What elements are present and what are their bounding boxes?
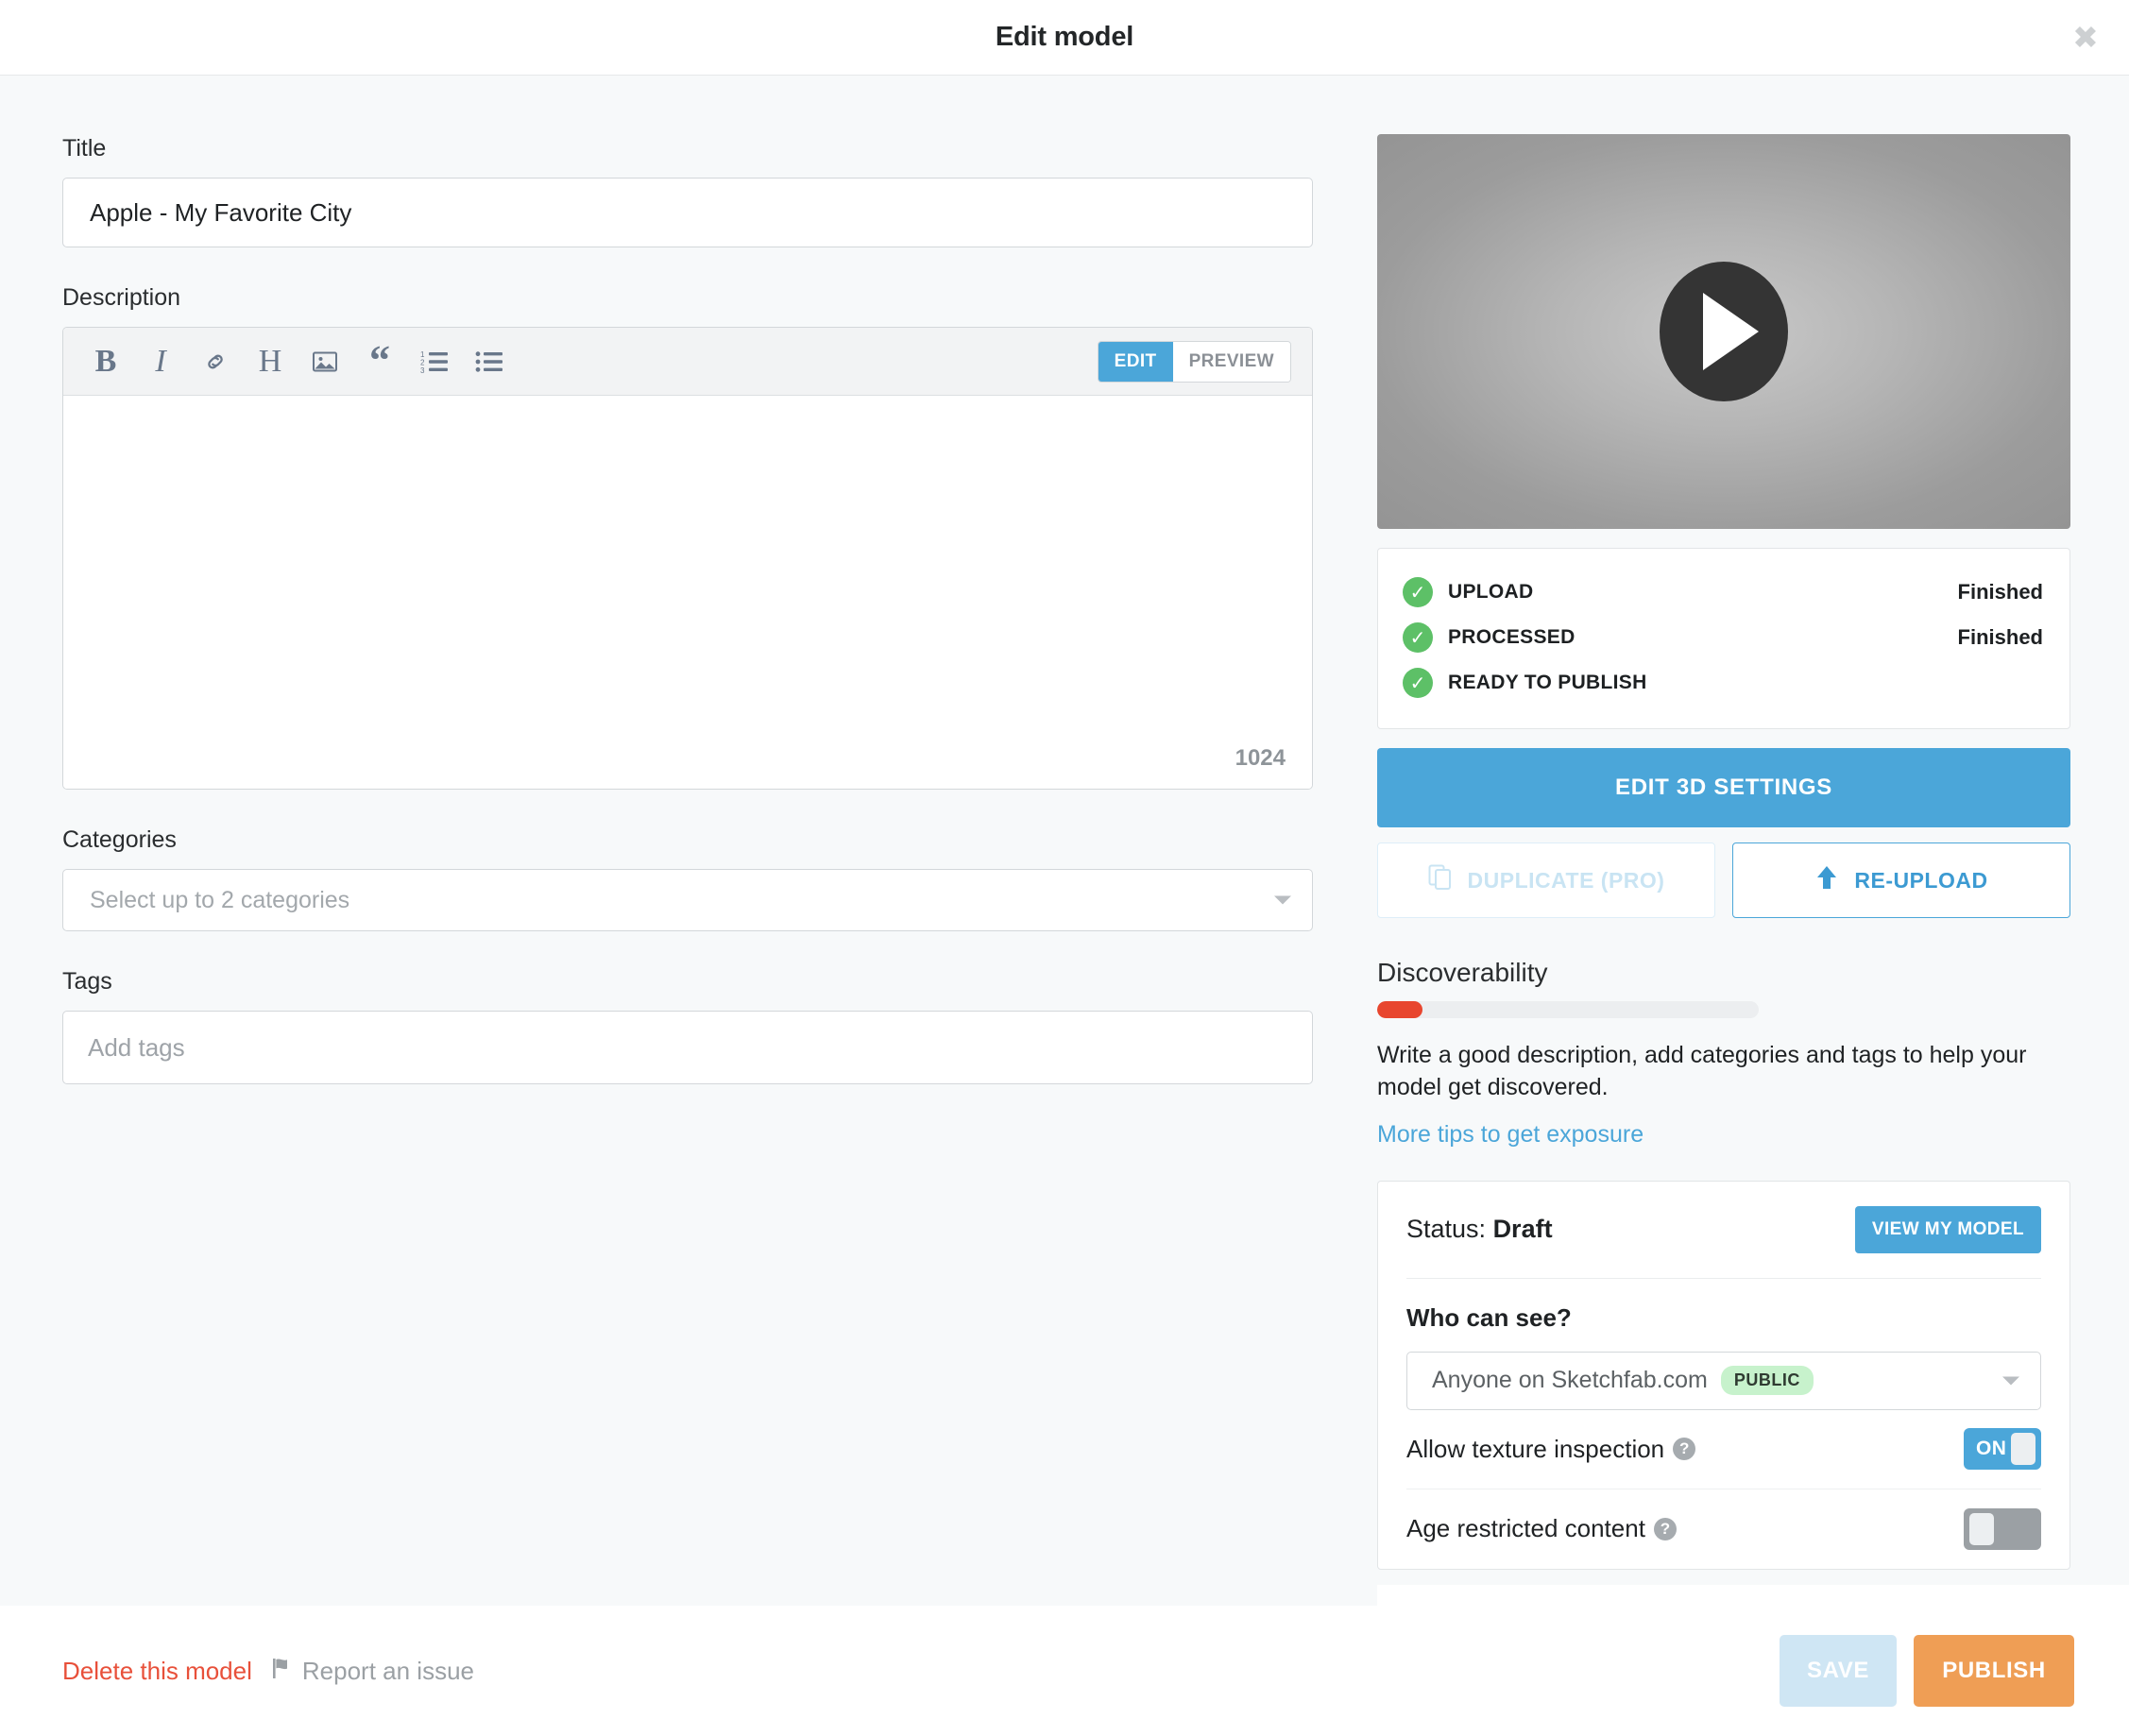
report-issue-link[interactable]: Report an issue	[272, 1656, 474, 1686]
page-title: Edit model	[995, 22, 1134, 52]
bold-icon[interactable]: B	[84, 340, 128, 383]
ordered-list-icon[interactable]: 1 2 3	[413, 340, 456, 383]
who-can-see-select[interactable]: Anyone on Sketchfab.com PUBLIC	[1406, 1351, 2041, 1410]
model-preview[interactable]	[1377, 134, 2070, 529]
categories-field-group: Categories Select up to 2 categories	[62, 825, 1313, 931]
toggle-knob	[2011, 1433, 2035, 1465]
image-icon[interactable]	[303, 340, 347, 383]
discoverability-progress	[1377, 1001, 1759, 1018]
character-count: 1024	[1235, 745, 1286, 771]
status-value-upload: Finished	[1957, 580, 2043, 604]
form-column: Title Description B I	[0, 76, 1377, 1606]
reupload-button[interactable]: RE-UPLOAD	[1732, 842, 2070, 918]
status-name-upload: UPLOAD	[1448, 581, 1534, 603]
heading-icon[interactable]: H	[248, 340, 292, 383]
play-icon[interactable]	[1660, 262, 1788, 401]
status-badge: Status: Draft	[1406, 1215, 1553, 1244]
description-label: Description	[62, 284, 181, 311]
upload-arrow-icon	[1814, 864, 1839, 896]
view-my-model-button[interactable]: VIEW MY MODEL	[1854, 1205, 2041, 1253]
status-prefix: Status:	[1406, 1215, 1487, 1243]
check-icon: ✓	[1403, 577, 1433, 607]
delete-model-link[interactable]: Delete this model	[62, 1657, 252, 1686]
title-label: Title	[62, 135, 107, 162]
toggle-texture-inspection[interactable]: ON	[1964, 1428, 2041, 1470]
check-icon: ✓	[1403, 668, 1433, 698]
report-issue-label: Report an issue	[301, 1656, 474, 1685]
modal-body: Title Description B I	[0, 76, 2129, 1606]
modal-footer: Delete this model Report an issue SAVE P…	[0, 1606, 2129, 1736]
discoverability-progress-fill	[1377, 1001, 1423, 1018]
scroll-cutoff	[1377, 1585, 2129, 1606]
duplicate-button-label: DUPLICATE (PRO)	[1467, 867, 1665, 893]
chevron-down-icon	[2002, 1376, 2019, 1385]
title-field-group: Title	[62, 134, 1313, 247]
status-row-upload: ✓ UPLOAD Finished	[1403, 570, 2043, 615]
who-can-see-label: Who can see?	[1406, 1302, 1572, 1332]
status-header: Status: Draft VIEW MY MODEL	[1406, 1205, 2041, 1279]
flag-icon	[272, 1657, 294, 1686]
modal-header: Edit model ✖	[0, 0, 2129, 76]
toggle-row-age-restricted: Age restricted content ?	[1406, 1489, 2041, 1569]
italic-icon[interactable]: I	[139, 340, 182, 383]
description-field-group: Description B I H “ 1 2 3 EDIT PREVIEW 1…	[62, 283, 1313, 790]
check-icon: ✓	[1403, 622, 1433, 653]
toggle-label-texture-inspection: Allow texture inspection	[1406, 1434, 1665, 1463]
title-input[interactable]	[62, 178, 1313, 247]
svg-text:3: 3	[420, 366, 425, 374]
tags-label: Tags	[62, 968, 112, 995]
tab-edit[interactable]: EDIT	[1098, 341, 1173, 382]
model-settings-card: Status: Draft VIEW MY MODEL Who can see?…	[1377, 1180, 2070, 1570]
unordered-list-icon[interactable]	[468, 340, 511, 383]
play-triangle	[1702, 293, 1759, 370]
status-name-ready-to-publish: READY TO PUBLISH	[1448, 672, 1647, 693]
upload-status-card: ✓ UPLOAD Finished ✓ PROCESSED Finished ✓…	[1377, 548, 2070, 729]
edit-model-modal: Edit model ✖ Title Description B I	[0, 0, 2129, 1736]
who-can-see-value: Anyone on Sketchfab.com	[1432, 1367, 1708, 1393]
close-icon[interactable]: ✖	[2067, 19, 2104, 57]
public-badge: PUBLIC	[1720, 1366, 1814, 1395]
help-icon[interactable]: ?	[1673, 1438, 1696, 1460]
description-area: 1024	[63, 396, 1312, 789]
discoverability-text: Write a good description, add categories…	[1377, 1042, 2027, 1101]
duplicate-button[interactable]: DUPLICATE (PRO)	[1377, 842, 1715, 918]
status-value: Draft	[1492, 1215, 1553, 1243]
status-value-processed: Finished	[1957, 625, 2043, 649]
categories-select[interactable]: Select up to 2 categories	[62, 869, 1313, 931]
save-button[interactable]: SAVE	[1780, 1635, 1897, 1707]
quote-icon[interactable]: “	[358, 340, 401, 383]
discoverability-title: Discoverability	[1377, 958, 1548, 987]
toggle-label-age-restricted: Age restricted content	[1406, 1514, 1645, 1542]
more-tips-link[interactable]: More tips to get exposure	[1377, 1121, 1644, 1149]
copy-icon	[1428, 864, 1453, 896]
toggle-age-restricted[interactable]	[1964, 1507, 2041, 1550]
help-icon[interactable]: ?	[1653, 1517, 1677, 1540]
status-row-processed: ✓ PROCESSED Finished	[1403, 615, 2043, 660]
tab-preview[interactable]: PREVIEW	[1172, 341, 1290, 382]
secondary-actions: DUPLICATE (PRO) RE-UPLOAD	[1377, 842, 2070, 918]
categories-label: Categories	[62, 826, 177, 853]
toggle-knob	[1969, 1512, 1994, 1545]
toggle-row-texture-inspection: Allow texture inspection ? ON	[1406, 1410, 2041, 1489]
tags-field-group: Tags	[62, 967, 1313, 1084]
chevron-down-icon	[1274, 895, 1291, 905]
status-name-processed: PROCESSED	[1448, 626, 1575, 648]
edit-3d-settings-button[interactable]: EDIT 3D SETTINGS	[1377, 748, 2070, 827]
toggle-state-label: ON	[1976, 1438, 2007, 1459]
sidebar-column: ✓ UPLOAD Finished ✓ PROCESSED Finished ✓…	[1377, 76, 2129, 1606]
status-row-ready-to-publish: ✓ READY TO PUBLISH	[1403, 660, 2043, 706]
tags-input[interactable]	[62, 1011, 1313, 1084]
editor-mode-switch: EDIT PREVIEW	[1097, 340, 1291, 383]
description-textarea[interactable]	[63, 396, 1312, 789]
editor-toolbar: B I H “ 1 2 3 EDIT PREVIEW	[63, 328, 1312, 396]
publish-button[interactable]: PUBLISH	[1914, 1635, 2074, 1707]
link-icon[interactable]	[194, 340, 237, 383]
editor-tool-icons: B I H “ 1 2 3	[84, 340, 511, 383]
description-editor: B I H “ 1 2 3 EDIT PREVIEW 1024	[62, 327, 1313, 790]
categories-placeholder: Select up to 2 categories	[90, 886, 350, 913]
footer-actions: SAVE PUBLISH	[1780, 1635, 2074, 1707]
reupload-button-label: RE-UPLOAD	[1854, 867, 1988, 893]
